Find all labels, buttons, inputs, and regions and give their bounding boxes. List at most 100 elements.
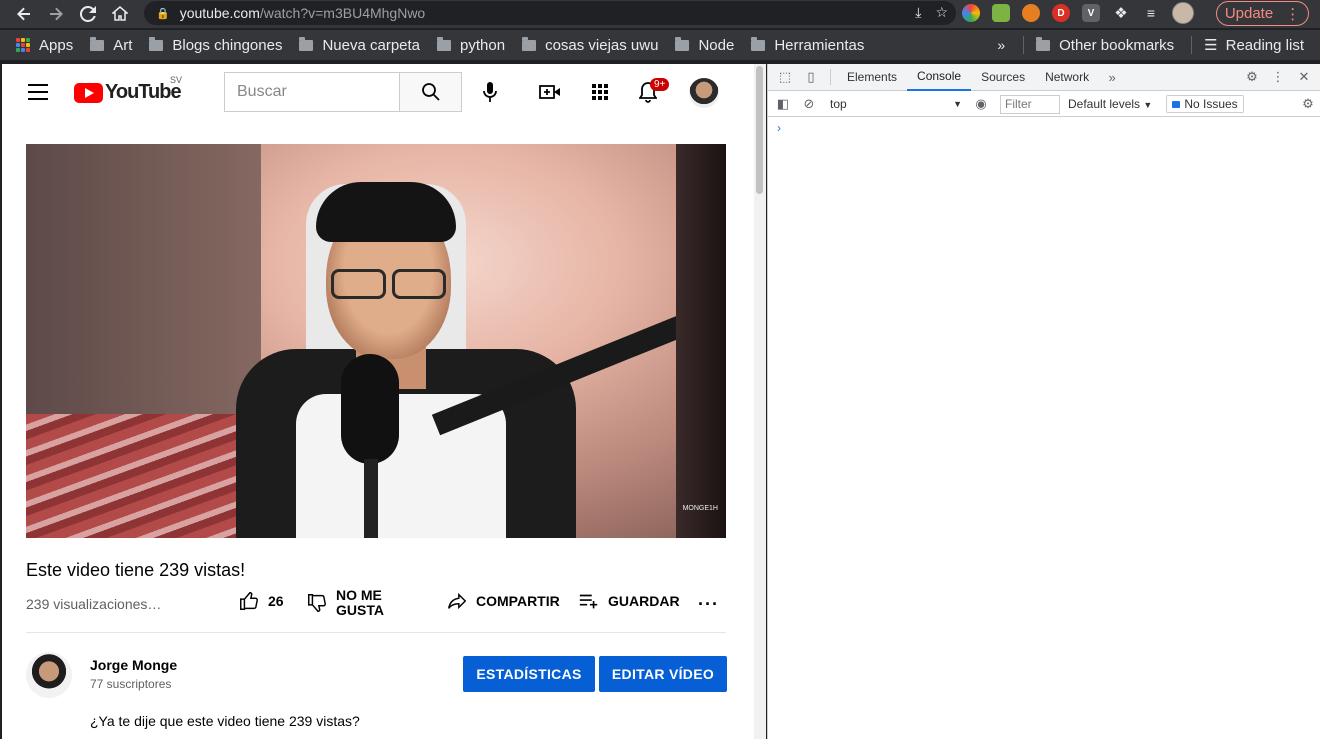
- folder-icon: [437, 36, 452, 51]
- folder-icon: [522, 36, 537, 51]
- account-avatar[interactable]: [689, 78, 719, 108]
- search-input[interactable]: [237, 83, 387, 101]
- back-button[interactable]: [8, 2, 40, 26]
- bookmark-folder[interactable]: python: [437, 36, 505, 54]
- reload-button[interactable]: [72, 2, 104, 26]
- channel-watermark: MONGE1H: [682, 505, 718, 512]
- console-toolbar: ◧ ⊘ top ▼ ◉ Filter Default levels ▼ No I…: [768, 92, 1320, 117]
- note-icon[interactable]: [992, 4, 1010, 22]
- bookmark-folder[interactable]: Node: [675, 36, 734, 54]
- forward-button[interactable]: [40, 2, 72, 26]
- bookmark-apps[interactable]: Apps: [16, 37, 73, 54]
- share-arrow-icon: [448, 592, 467, 610]
- kebab-menu-icon: ⋮: [1285, 5, 1301, 23]
- reload-icon: [80, 6, 96, 22]
- folder-icon: [90, 36, 105, 51]
- folder-icon: [149, 36, 164, 51]
- search-box[interactable]: [224, 72, 399, 112]
- color-wheel-icon[interactable]: [962, 4, 980, 22]
- edit-video-button[interactable]: EDITAR VÍDEO: [599, 656, 727, 692]
- bookmark-folder[interactable]: cosas viejas uwu: [522, 36, 658, 54]
- search-icon: [421, 83, 440, 101]
- arrow-left-icon: [17, 7, 30, 21]
- bookmark-folder[interactable]: Blogs chingones: [149, 36, 282, 54]
- inspect-element-icon[interactable]: ⬚: [772, 64, 798, 91]
- tab-elements[interactable]: Elements: [837, 64, 907, 91]
- lock-icon: 🔒: [156, 7, 170, 20]
- url-host: youtube.com: [179, 5, 260, 21]
- profile-avatar[interactable]: [1172, 2, 1194, 24]
- issues-button[interactable]: No Issues: [1166, 95, 1244, 113]
- update-button[interactable]: Update ⋮: [1216, 1, 1309, 26]
- bookmarks-separator: [1191, 36, 1193, 54]
- tab-network[interactable]: Network: [1035, 64, 1099, 91]
- bookmark-folder[interactable]: Art: [90, 36, 132, 54]
- settings-gear-icon[interactable]: ⚙: [1239, 64, 1265, 91]
- log-levels-select[interactable]: Default levels ▼: [1068, 97, 1152, 111]
- fox-icon[interactable]: [1022, 4, 1040, 22]
- dropdown-arrow-icon: ▼: [953, 99, 962, 109]
- youtube-logo[interactable]: YouTube SV: [74, 75, 182, 104]
- folder-icon: [1036, 36, 1051, 51]
- save-button[interactable]: GUARDAR: [578, 590, 680, 612]
- youtube-play-icon: [74, 82, 103, 103]
- home-icon: [112, 6, 128, 21]
- bookmark-folder[interactable]: Nueva carpeta: [299, 36, 420, 54]
- statistics-button[interactable]: ESTADÍSTICAS: [463, 656, 595, 692]
- bookmark-star-icon[interactable]: ☆: [935, 4, 948, 21]
- kebab-menu-icon[interactable]: ⋮: [1265, 64, 1291, 91]
- device-toggle-icon[interactable]: ▯: [798, 64, 824, 91]
- bookmarks-separator: [1023, 36, 1025, 54]
- more-bookmarks-icon[interactable]: »: [997, 37, 1005, 53]
- more-tabs-icon[interactable]: »: [1099, 64, 1125, 91]
- more-actions-icon[interactable]: ···: [698, 594, 719, 615]
- console-settings-gear-icon[interactable]: ⚙: [1295, 91, 1320, 118]
- microphone-in-video: [341, 354, 399, 464]
- live-expression-eye-icon[interactable]: ◉: [968, 91, 994, 118]
- thumbs-down-icon: [308, 594, 326, 612]
- folder-icon: [751, 36, 766, 51]
- issues-icon: [1172, 100, 1181, 108]
- page-scrollbar[interactable]: [754, 64, 766, 739]
- browser-toolbar: 🔒 youtube.com /watch?v=m3BU4MhgNwo ⤓ ☆ D…: [0, 0, 1320, 28]
- home-button[interactable]: [104, 2, 136, 26]
- extensions-area: D V ❖ ≡: [962, 2, 1194, 24]
- dislike-button[interactable]: NO ME GUSTA: [306, 588, 384, 618]
- channel-avatar[interactable]: [26, 652, 72, 698]
- d-icon[interactable]: D: [1052, 4, 1070, 22]
- share-button[interactable]: COMPARTIR: [446, 590, 560, 612]
- clear-console-icon[interactable]: ⊘: [796, 91, 822, 118]
- search-button[interactable]: [399, 72, 462, 112]
- media-queue-icon[interactable]: ≡: [1142, 4, 1160, 22]
- youtube-header: YouTube SV 9+: [2, 64, 766, 120]
- view-count[interactable]: 239 visualizaciones…: [26, 596, 161, 612]
- notifications-badge: 9+: [650, 78, 670, 91]
- sidebar-toggle-icon[interactable]: ◧: [770, 91, 796, 118]
- dropdown-arrow-icon: ▼: [1143, 100, 1153, 110]
- address-bar[interactable]: 🔒 youtube.com /watch?v=m3BU4MhgNwo ⤓ ☆: [144, 1, 956, 25]
- country-code: SV: [170, 75, 183, 85]
- playlist-add-icon: [579, 594, 598, 609]
- create-video-icon[interactable]: [538, 80, 562, 104]
- bookmark-folder[interactable]: Herramientas: [751, 36, 864, 54]
- video-description: ¿Ya te dije que este video tiene 239 vis…: [90, 713, 360, 729]
- close-icon[interactable]: ✕: [1291, 64, 1317, 91]
- apps-icon[interactable]: [588, 80, 612, 104]
- like-button[interactable]: 26: [238, 590, 284, 612]
- tab-sources[interactable]: Sources: [971, 64, 1035, 91]
- v-icon[interactable]: V: [1082, 4, 1100, 22]
- scrollbar-thumb[interactable]: [756, 66, 763, 194]
- microphone-icon[interactable]: [478, 80, 502, 104]
- channel-name[interactable]: Jorge Monge: [90, 657, 177, 673]
- other-bookmarks[interactable]: Other bookmarks: [1036, 36, 1174, 54]
- reading-list[interactable]: ☰ Reading list: [1204, 36, 1304, 55]
- filter-input[interactable]: Filter: [1000, 94, 1060, 114]
- hamburger-menu-icon[interactable]: [28, 84, 48, 100]
- video-player[interactable]: MONGE1H: [26, 144, 726, 538]
- install-app-icon[interactable]: ⤓: [915, 4, 921, 21]
- context-select[interactable]: top ▼: [826, 95, 968, 114]
- reading-list-icon: ☰: [1204, 37, 1218, 54]
- console-prompt-icon[interactable]: ›: [777, 121, 781, 135]
- puzzle-icon[interactable]: ❖: [1112, 4, 1130, 22]
- tab-console[interactable]: Console: [907, 64, 972, 91]
